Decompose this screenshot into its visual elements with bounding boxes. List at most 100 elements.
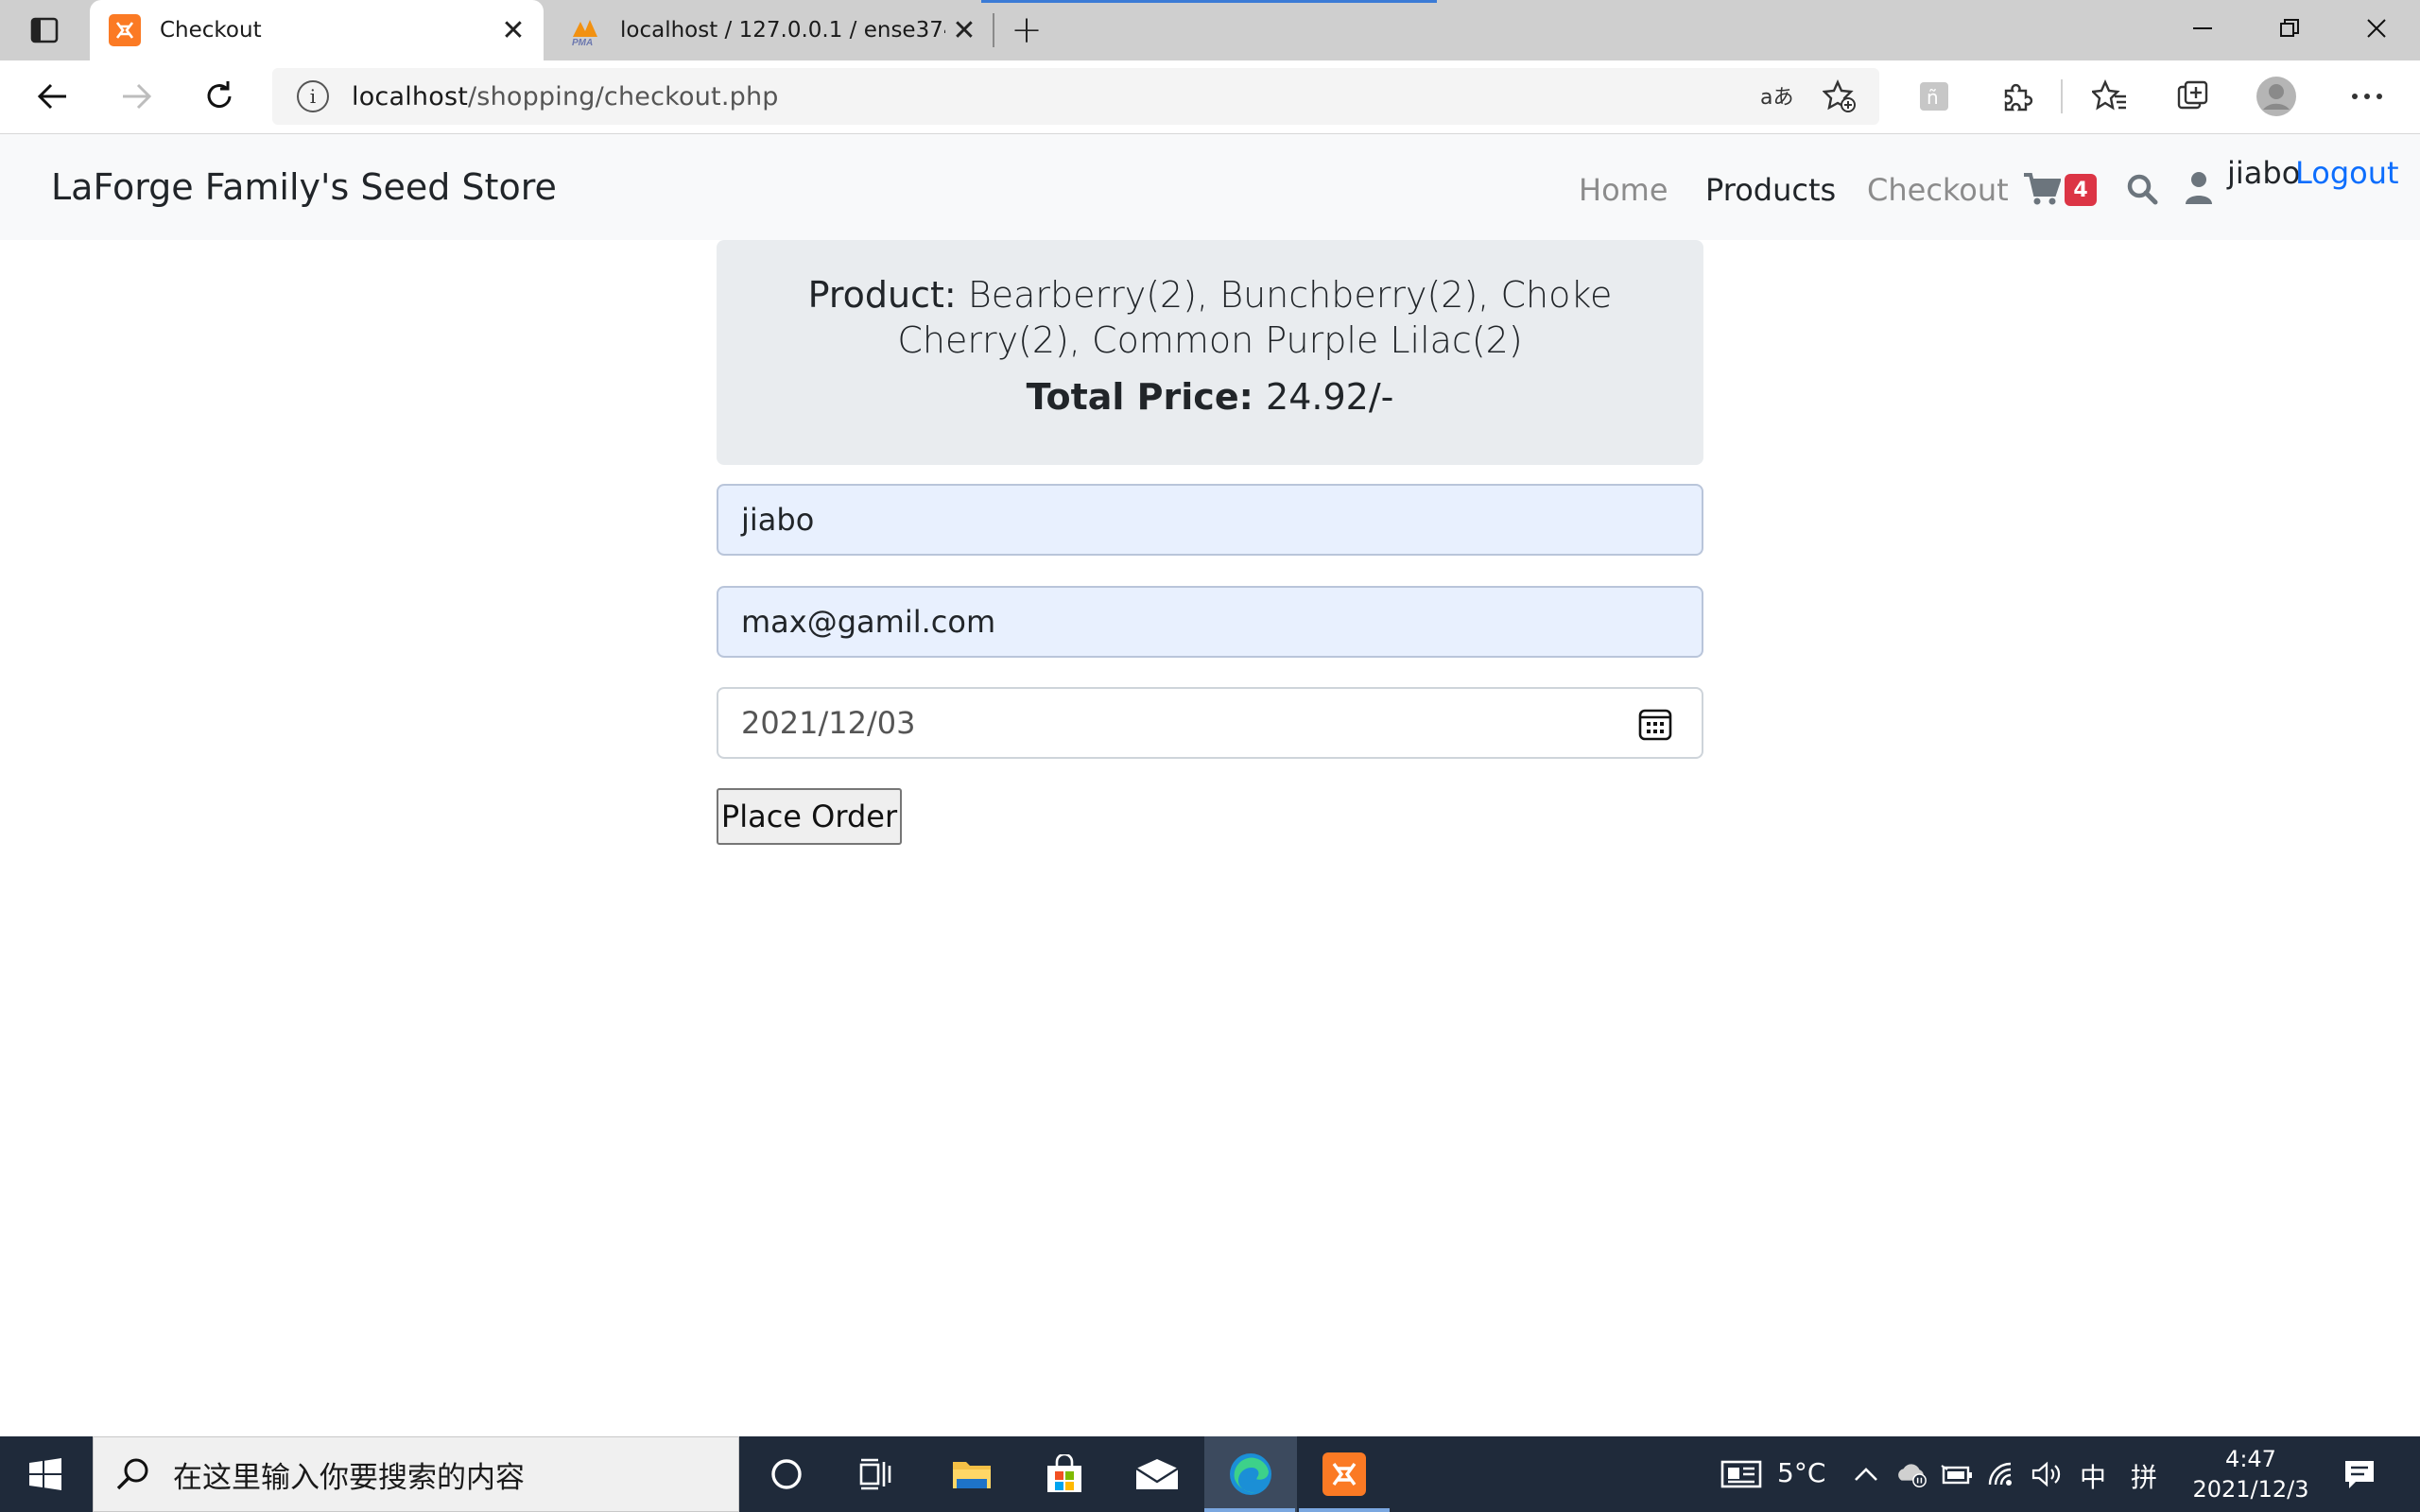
collections-icon[interactable] xyxy=(2172,76,2214,117)
cart-count-badge: 4 xyxy=(2065,174,2097,206)
xampp-icon xyxy=(1322,1452,1366,1496)
favorites-icon[interactable] xyxy=(2089,76,2131,117)
order-summary: Product: Bearberry(2), Bunchberry(2), Ch… xyxy=(717,240,1703,465)
minimize-icon xyxy=(2193,27,2212,29)
show-hidden-icons-chevron-up-icon[interactable] xyxy=(1849,1457,1883,1491)
tab-title: localhost / 127.0.0.1 / ense374 / … xyxy=(620,18,945,43)
toolbar-separator xyxy=(2061,79,2063,113)
total-line: Total Price: 24.92/- xyxy=(717,376,1703,418)
microsoft-store-button[interactable] xyxy=(1019,1436,1110,1512)
forward-arrow-icon xyxy=(123,83,152,110)
total-price-value: 24.92/- xyxy=(1266,376,1394,418)
calendar-icon[interactable] xyxy=(1637,706,1673,742)
close-tab-icon[interactable]: ✕ xyxy=(945,11,983,49)
tab-actions-button[interactable] xyxy=(21,11,68,49)
back-button[interactable] xyxy=(26,70,79,123)
temperature-label[interactable]: 5°C xyxy=(1777,1457,1825,1488)
nav-products[interactable]: Products xyxy=(1705,172,1836,208)
svg-text:aあ: aあ xyxy=(1760,86,1793,110)
tab-actions-icon xyxy=(30,17,59,43)
address-bar[interactable]: i localhost/shopping/checkout.php aあ xyxy=(272,68,1879,125)
folder-icon xyxy=(953,1462,991,1488)
search-icon xyxy=(116,1458,148,1490)
place-order-button[interactable]: Place Order xyxy=(717,788,902,845)
mail-icon xyxy=(1135,1459,1179,1489)
ime-language-indicator[interactable]: 中 xyxy=(2080,1457,2106,1495)
edge-taskbar-button[interactable] xyxy=(1204,1436,1297,1512)
nav-checkout[interactable]: Checkout xyxy=(1867,172,2009,208)
task-view-button[interactable] xyxy=(832,1436,923,1512)
profile-icon xyxy=(2256,77,2296,116)
tab-title: Checkout xyxy=(160,18,262,43)
tab-divider xyxy=(993,13,994,47)
restore-button[interactable] xyxy=(2246,0,2333,57)
settings-more-icon[interactable] xyxy=(2346,76,2388,117)
onedrive-paused-icon[interactable] xyxy=(1894,1457,1928,1491)
close-icon xyxy=(2367,19,2386,38)
site-navbar: LaForge Family's Seed Store Home Product… xyxy=(0,134,2420,240)
windows-logo-icon xyxy=(29,1458,61,1490)
clock-date: 2021/12/3 xyxy=(2192,1476,2309,1503)
product-line: Product: Bearberry(2), Bunchberry(2), Ch… xyxy=(717,272,1703,363)
refresh-button[interactable] xyxy=(193,70,246,123)
svg-text:PMA: PMA xyxy=(572,38,593,46)
news-weather-icon[interactable] xyxy=(1720,1457,1764,1491)
clock-time: 4:47 xyxy=(2225,1446,2276,1472)
url-text[interactable]: localhost/shopping/checkout.php xyxy=(352,82,779,112)
total-price-label: Total Price: xyxy=(1026,376,1253,418)
xampp-taskbar-button[interactable] xyxy=(1299,1436,1390,1512)
edge-icon xyxy=(1230,1453,1271,1495)
profile-avatar[interactable] xyxy=(2256,76,2297,117)
tab-loading-bar xyxy=(981,0,1437,3)
restore-icon xyxy=(2280,19,2299,37)
forward-button[interactable] xyxy=(110,70,163,123)
site-info-icon[interactable]: i xyxy=(297,80,329,112)
new-tab-button[interactable]: + xyxy=(1008,9,1046,52)
extensions-puzzle-icon[interactable] xyxy=(1996,76,2038,117)
name-field[interactable]: jiabo xyxy=(717,484,1703,556)
store-bag-icon xyxy=(1047,1454,1081,1492)
tab-checkout[interactable]: Checkout ✕ xyxy=(90,0,544,60)
taskbar-search-placeholder: 在这里输入你要搜索的内容 xyxy=(173,1460,525,1495)
email-field[interactable]: max@gamil.com xyxy=(717,586,1703,658)
minimize-button[interactable] xyxy=(2159,0,2246,57)
url-host: localhost xyxy=(352,81,468,112)
username-label: jiabo xyxy=(2227,155,2301,191)
product-label: Product: xyxy=(807,274,957,316)
start-button[interactable] xyxy=(0,1436,91,1512)
notifications-icon[interactable] xyxy=(2339,1457,2380,1491)
cortana-icon xyxy=(771,1459,802,1489)
logout-link[interactable]: Logout xyxy=(2295,155,2399,191)
svg-text:ñ: ñ xyxy=(1927,86,1939,109)
tab-phpmyadmin[interactable]: PMA localhost / 127.0.0.1 / ense374 / … … xyxy=(550,0,994,60)
search-icon[interactable] xyxy=(2125,172,2159,206)
cortana-button[interactable] xyxy=(741,1436,832,1512)
file-explorer-button[interactable] xyxy=(926,1436,1017,1512)
site-brand[interactable]: LaForge Family's Seed Store xyxy=(51,166,557,208)
ime-mode-indicator[interactable]: 拼 xyxy=(2131,1457,2157,1495)
url-path: /shopping/checkout.php xyxy=(468,81,779,112)
read-aloud-translate-icon[interactable]: aあ xyxy=(1760,79,1794,113)
nav-home[interactable]: Home xyxy=(1579,172,1668,208)
browser-tab-strip: Checkout ✕ PMA localhost / 127.0.0.1 / e… xyxy=(0,0,2420,60)
volume-icon[interactable] xyxy=(2031,1457,2065,1491)
windows-taskbar: 在这里输入你要搜索的内容 5°C 中 拼 4:47 2021/12/3 xyxy=(0,1436,2420,1512)
taskbar-search-box[interactable]: 在这里输入你要搜索的内容 xyxy=(93,1436,739,1512)
phpmyadmin-icon: PMA xyxy=(572,20,597,46)
mail-button[interactable] xyxy=(1112,1436,1202,1512)
date-field[interactable]: 2021/12/03 xyxy=(717,687,1703,759)
wifi-icon[interactable] xyxy=(1985,1457,2019,1491)
cart-link[interactable]: 4 xyxy=(2023,172,2097,210)
user-icon xyxy=(2184,170,2218,208)
close-tab-icon[interactable]: ✕ xyxy=(494,11,532,49)
task-view-icon xyxy=(859,1458,891,1490)
close-window-button[interactable] xyxy=(2333,0,2420,57)
clock[interactable]: 4:47 2021/12/3 xyxy=(2189,1444,2312,1504)
cart-icon xyxy=(2024,173,2062,205)
add-favorite-icon[interactable] xyxy=(1823,79,1857,113)
back-arrow-icon xyxy=(37,83,66,110)
browser-toolbar: i localhost/shopping/checkout.php aあ ñ xyxy=(0,60,2420,134)
battery-icon[interactable] xyxy=(1940,1457,1974,1491)
date-value: 2021/12/03 xyxy=(741,705,916,741)
extension-gray-icon[interactable]: ñ xyxy=(1913,76,1955,117)
